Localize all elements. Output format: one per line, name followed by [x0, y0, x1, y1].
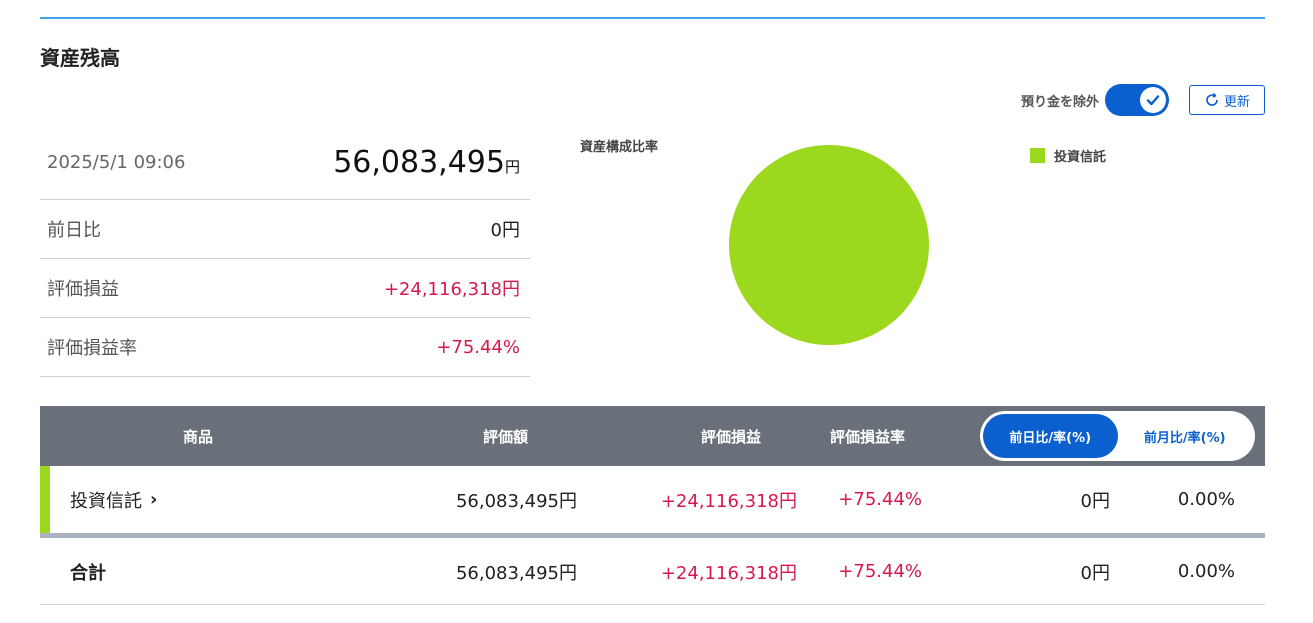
total-label: 合計: [70, 562, 106, 584]
summary-row-gain-rate: 評価損益率 +75.44%: [40, 318, 530, 377]
section-title: 資産残高: [40, 46, 120, 70]
total-balance-value: 56,083,495: [333, 144, 505, 180]
exclude-deposit-label: 預り金を除外: [1020, 94, 1099, 110]
tab-month-change[interactable]: 前月比/率(%): [1118, 414, 1253, 458]
as-of-datetime: 2025/5/1 09:06: [47, 151, 186, 173]
header-product: 商品: [183, 427, 214, 446]
row-change: 0円: [1080, 490, 1110, 512]
fund-color-bar: [40, 466, 50, 533]
total-balance: 56,083,495円: [333, 145, 520, 180]
total-change-rate: 0.00%: [1177, 561, 1235, 582]
header-value: 評価額: [483, 427, 529, 446]
refresh-button[interactable]: 更新: [1189, 85, 1265, 115]
fund-name: 投資信託: [70, 490, 142, 512]
total-gain: +24,116,318円: [660, 562, 797, 584]
refresh-label: 更新: [1223, 94, 1250, 110]
summary-label: 前日比: [47, 220, 101, 241]
controls: 預り金を除外 更新: [1021, 84, 1265, 116]
row-change-rate: 0.00%: [1177, 489, 1235, 510]
balance-summary: 2025/5/1 09:06 56,083,495円 前日比 0円 評価損益 +…: [40, 125, 530, 377]
legend-swatch: [1030, 148, 1045, 163]
legend-label: 投資信託: [1054, 150, 1107, 165]
holdings-table: 商品 評価額 評価損益 評価損益率 前日比/率(%) 前月比/率(%) 投資信託…: [40, 406, 1265, 605]
table-row: 投資信託 › 56,083,495円 +24,116,318円 +75.44% …: [40, 466, 1265, 533]
total-value: 56,083,495円: [455, 562, 577, 584]
chart-title: 資産構成比率: [580, 140, 659, 155]
tab-day-change[interactable]: 前日比/率(%): [983, 414, 1118, 458]
row-gain-rate: +75.44%: [838, 489, 922, 510]
row-gain: +24,116,318円: [660, 490, 797, 512]
top-rule: [40, 17, 1265, 19]
summary-row-gain: 評価損益 +24,116,318円: [40, 259, 530, 318]
chart-legend: 投資信託: [1030, 146, 1106, 165]
summary-label: 評価損益率: [47, 338, 137, 359]
fund-link[interactable]: 投資信託 ›: [70, 466, 157, 533]
summary-value: +75.44%: [436, 336, 520, 358]
exclude-deposit-toggle[interactable]: [1105, 84, 1169, 116]
total-gain-rate: +75.44%: [838, 561, 922, 582]
allocation-pie-chart: [729, 145, 929, 345]
row-value: 56,083,495円: [455, 490, 577, 512]
total-row: 合計 56,083,495円 +24,116,318円 +75.44% 0円 0…: [40, 538, 1265, 605]
change-period-toggle: 前日比/率(%) 前月比/率(%): [980, 411, 1255, 461]
refresh-icon: [1206, 92, 1218, 106]
summary-total-row: 2025/5/1 09:06 56,083,495円: [40, 125, 530, 200]
header-gain: 評価損益: [701, 427, 762, 446]
chevron-right-icon: ›: [150, 489, 158, 510]
summary-value: +24,116,318円: [383, 279, 520, 300]
summary-label: 評価損益: [47, 279, 119, 300]
check-icon: [1140, 87, 1166, 113]
summary-value: 0円: [490, 220, 520, 241]
summary-row-daychange: 前日比 0円: [40, 200, 530, 259]
total-change: 0円: [1080, 562, 1110, 584]
table-header: 商品 評価額 評価損益 評価損益率 前日比/率(%) 前月比/率(%): [40, 406, 1265, 466]
header-gain-rate: 評価損益率: [830, 427, 906, 446]
total-balance-unit: 円: [504, 157, 520, 176]
pie-slice-0: [729, 145, 929, 345]
